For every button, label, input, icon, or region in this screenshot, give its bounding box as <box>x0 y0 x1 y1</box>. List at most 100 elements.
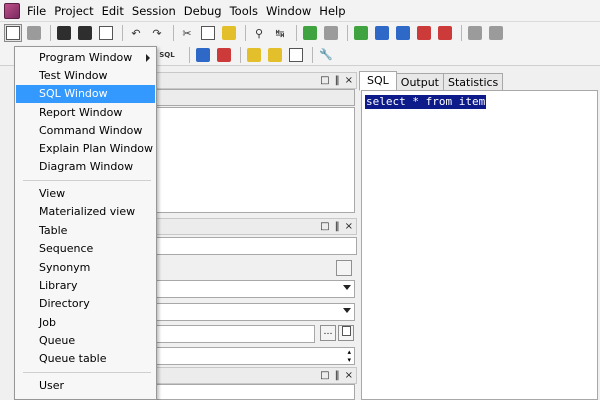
sql-tabs: SQL Output Statistics <box>359 71 504 91</box>
panel-pin-icon[interactable]: □ <box>320 221 329 232</box>
panel-float-icon[interactable]: ‖ <box>335 370 340 381</box>
clear-button[interactable] <box>436 24 454 42</box>
menu-item-label: Program Window <box>39 51 133 64</box>
toolbar-separator <box>312 46 313 63</box>
properties-panel-header: □ ‖ × <box>150 218 357 235</box>
menu-session[interactable]: Session <box>128 1 180 21</box>
preferences-button[interactable]: 🔧 <box>317 46 335 64</box>
database-button[interactable] <box>194 46 212 64</box>
menu-item-sql-window[interactable]: SQL Window <box>16 85 155 103</box>
menu-item-test-window[interactable]: Test Window <box>16 67 155 85</box>
menu-item-program-window[interactable]: Program Window <box>16 49 155 67</box>
menu-item-command-window[interactable]: Command Window <box>16 122 155 140</box>
open-file-button[interactable] <box>338 325 354 341</box>
menu-item-report-window[interactable]: Report Window <box>16 104 155 122</box>
replace-button[interactable]: ↹ <box>271 24 289 42</box>
document-button[interactable] <box>287 46 305 64</box>
tools-button[interactable] <box>245 46 263 64</box>
copy-icon <box>201 26 215 40</box>
menu-item-diagram-window[interactable]: Diagram Window <box>16 158 155 176</box>
sql-query-text[interactable]: select * from item <box>365 95 487 109</box>
menu-project[interactable]: Project <box>50 1 97 21</box>
print-icon <box>99 26 113 40</box>
panel-close-icon[interactable]: × <box>345 75 353 86</box>
panel-float-icon[interactable]: ‖ <box>335 221 340 232</box>
break-icon <box>324 26 338 40</box>
panel-pin-icon[interactable]: □ <box>320 370 329 381</box>
menu-item-user[interactable]: User <box>16 377 155 395</box>
execute-icon <box>303 26 317 40</box>
main-toolbar: ↶ ↷ ✂ ⚲ ↹ <box>0 22 600 44</box>
cut-button[interactable]: ✂ <box>178 24 196 42</box>
menu-item-table[interactable]: Table <box>16 222 155 240</box>
rollback-icon <box>417 26 431 40</box>
combo-1[interactable] <box>150 280 355 298</box>
sql-window: SQL Output Statistics select * from item <box>359 67 600 400</box>
menu-item-synonym[interactable]: Synonym <box>16 259 155 277</box>
properties-field[interactable] <box>150 237 357 255</box>
cut-icon: ✂ <box>182 26 192 40</box>
redo-button[interactable]: ↷ <box>148 24 166 42</box>
find-button[interactable]: ⚲ <box>250 24 268 42</box>
sessions-button[interactable] <box>487 24 505 42</box>
connect-button[interactable] <box>466 24 484 42</box>
menu-item-directory[interactable]: Directory <box>16 295 155 313</box>
tab-statistics[interactable]: Statistics <box>443 73 504 91</box>
menu-item-queue[interactable]: Queue <box>16 332 155 350</box>
menu-item-library[interactable]: Library <box>16 277 155 295</box>
open-button[interactable] <box>25 24 43 42</box>
bottom-panel-header: □ ‖ × <box>150 367 357 384</box>
object-tree[interactable] <box>150 107 355 213</box>
menu-tools[interactable]: Tools <box>226 1 262 21</box>
undo-button[interactable]: ↶ <box>127 24 145 42</box>
paste-button[interactable] <box>220 24 238 42</box>
indent-button[interactable] <box>373 24 391 42</box>
commit-icon <box>354 26 368 40</box>
chevron-down-icon <box>343 308 351 313</box>
spinner-field[interactable]: ▴ ▾ <box>150 347 355 365</box>
tab-output[interactable]: Output <box>395 73 444 91</box>
rollback-button[interactable] <box>415 24 433 42</box>
menu-item-explain-plan-window[interactable]: Explain Plan Window <box>16 140 155 158</box>
menu-item-materialized-view[interactable]: Materialized view <box>16 203 155 221</box>
menu-file[interactable]: File <box>23 1 50 21</box>
print-button[interactable] <box>97 24 115 42</box>
save-button[interactable] <box>55 24 73 42</box>
report-button[interactable] <box>266 46 284 64</box>
toolbar-separator <box>296 25 297 41</box>
chevron-down-icon <box>343 285 351 290</box>
find-replace-icon: ↹ <box>275 26 285 40</box>
checkbox[interactable] <box>336 260 352 276</box>
panel-pin-icon[interactable]: □ <box>320 75 329 86</box>
break-button[interactable] <box>322 24 340 42</box>
database-red-button[interactable] <box>215 46 233 64</box>
commit-button[interactable] <box>352 24 370 42</box>
toolbar-separator <box>50 25 51 41</box>
connect-icon <box>468 26 482 40</box>
tab-sql[interactable]: SQL <box>359 71 397 91</box>
menu-edit[interactable]: Edit <box>98 1 128 21</box>
path-field[interactable] <box>150 325 315 343</box>
menu-help[interactable]: Help <box>315 1 349 21</box>
menu-item-view[interactable]: View <box>16 185 155 203</box>
combo-2[interactable] <box>150 303 355 321</box>
new-button[interactable] <box>4 24 22 42</box>
menu-item-job[interactable]: Job <box>16 314 155 332</box>
save-all-button[interactable] <box>76 24 94 42</box>
menu-debug[interactable]: Debug <box>180 1 226 21</box>
paste-icon <box>222 26 236 40</box>
browse-button[interactable]: … <box>320 325 336 341</box>
unindent-button[interactable] <box>394 24 412 42</box>
panel-float-icon[interactable]: ‖ <box>335 75 340 86</box>
menu-item-sequence[interactable]: Sequence <box>16 240 155 258</box>
toolbar-separator <box>173 25 174 41</box>
toolbar-separator <box>189 46 190 63</box>
sql-editor[interactable]: select * from item <box>361 90 598 400</box>
copy-button[interactable] <box>199 24 217 42</box>
indent-icon <box>375 26 389 40</box>
menu-window[interactable]: Window <box>262 1 315 21</box>
panel-close-icon[interactable]: × <box>345 221 353 232</box>
execute-button[interactable] <box>301 24 319 42</box>
menu-item-queue-table[interactable]: Queue table <box>16 350 155 368</box>
panel-close-icon[interactable]: × <box>345 370 353 381</box>
